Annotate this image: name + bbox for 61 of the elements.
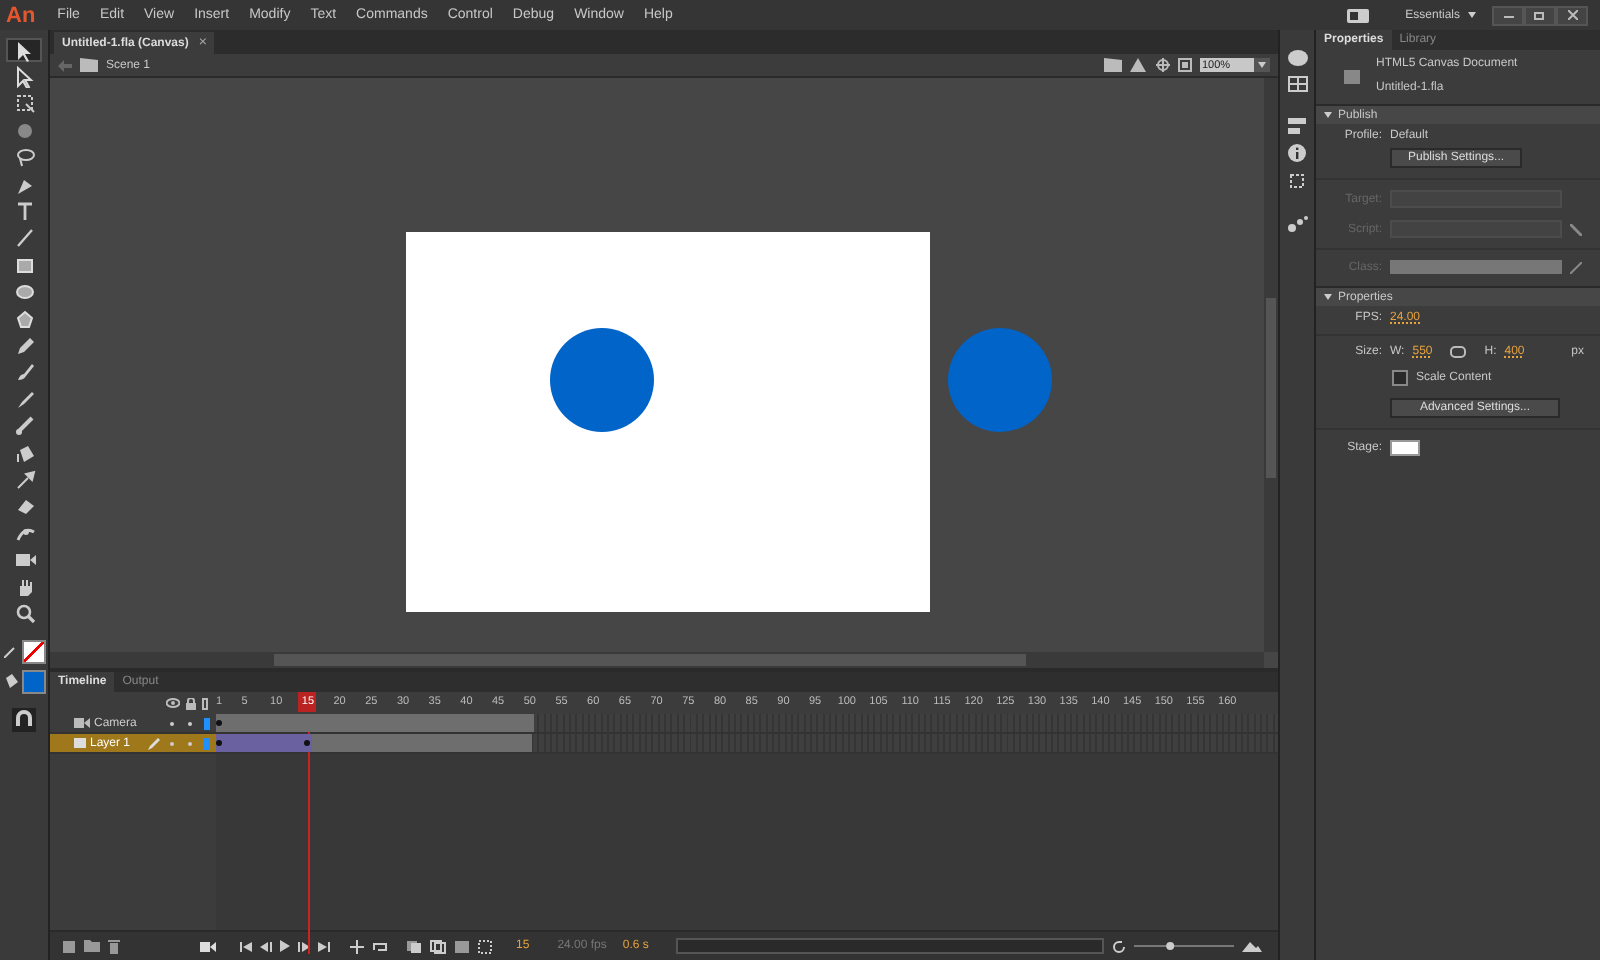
zoom-slider[interactable]: [1134, 940, 1234, 952]
class-field[interactable]: [1390, 260, 1562, 274]
symbol-icon[interactable]: [1130, 58, 1148, 72]
scale-content-checkbox[interactable]: [1392, 370, 1408, 386]
trash-icon[interactable]: [108, 939, 120, 953]
timeline-scrollbar[interactable]: [676, 938, 1104, 954]
new-layer-icon[interactable]: [62, 939, 76, 953]
eyedropper-icon: [3, 644, 17, 659]
lock-icon[interactable]: [186, 697, 196, 709]
caret-icon[interactable]: [1324, 294, 1332, 300]
eye-icon[interactable]: [166, 698, 180, 708]
bucket-icon: [3, 674, 17, 689]
clapperboard-icon[interactable]: [1104, 58, 1122, 72]
clip-icon[interactable]: [1178, 58, 1192, 72]
keyframe-dot[interactable]: [216, 740, 222, 746]
step-back-icon[interactable]: [260, 941, 272, 951]
stroke-color-swatch[interactable]: [21, 639, 45, 664]
transform-icon[interactable]: [1288, 172, 1306, 190]
app-logo: An: [4, 3, 38, 27]
link-icon[interactable]: [1450, 346, 1467, 358]
palette-icon[interactable]: [1287, 50, 1307, 66]
clapperboard-icon: [80, 58, 98, 72]
step-forward-icon[interactable]: [298, 941, 310, 951]
edit-frames-icon[interactable]: [454, 939, 470, 953]
camera-icon[interactable]: [200, 941, 216, 951]
crosshair-icon[interactable]: [1156, 58, 1170, 72]
device-icon[interactable]: [1345, 7, 1370, 23]
caret-icon[interactable]: [1258, 62, 1266, 68]
camera-icon: [74, 718, 90, 728]
play-icon[interactable]: [280, 940, 290, 952]
first-frame-icon[interactable]: [240, 941, 252, 951]
onion-outline-icon[interactable]: [430, 939, 446, 953]
onion-skin-icon[interactable]: [406, 939, 422, 953]
info-icon[interactable]: [1288, 144, 1306, 162]
close-icon[interactable]: [1567, 10, 1577, 20]
vertical-scrollbar[interactable]: [1264, 78, 1278, 652]
folder-icon[interactable]: [84, 940, 100, 952]
refresh-icon[interactable]: [1112, 939, 1126, 953]
mountain-icon[interactable]: [1242, 941, 1262, 951]
magnet-icon[interactable]: [12, 707, 36, 732]
keyframe-dot[interactable]: [216, 720, 222, 726]
document-icon: [1344, 69, 1360, 83]
center-frame-icon[interactable]: [350, 939, 364, 953]
selection-tool-icon[interactable]: [6, 38, 42, 63]
horizontal-scrollbar[interactable]: [50, 652, 1264, 668]
loop-icon[interactable]: [372, 939, 388, 953]
last-frame-icon[interactable]: [318, 941, 330, 951]
stage-color-swatch[interactable]: [1390, 440, 1420, 456]
tween-span[interactable]: [216, 734, 312, 752]
align-icon[interactable]: [1288, 118, 1306, 134]
minimize-icon[interactable]: [1503, 13, 1513, 17]
keyframe-dot[interactable]: [304, 740, 311, 746]
grid-icon[interactable]: [1287, 76, 1307, 92]
caret-icon[interactable]: [1324, 112, 1332, 118]
caret-icon[interactable]: [1468, 12, 1476, 18]
fill-color-swatch[interactable]: [21, 669, 45, 694]
outline-icon[interactable]: [202, 697, 208, 709]
marker-icon[interactable]: [478, 939, 492, 953]
layer-icon: [74, 738, 86, 748]
motion-path-icon[interactable]: [1287, 216, 1307, 232]
restore-icon[interactable]: [1534, 10, 1546, 20]
